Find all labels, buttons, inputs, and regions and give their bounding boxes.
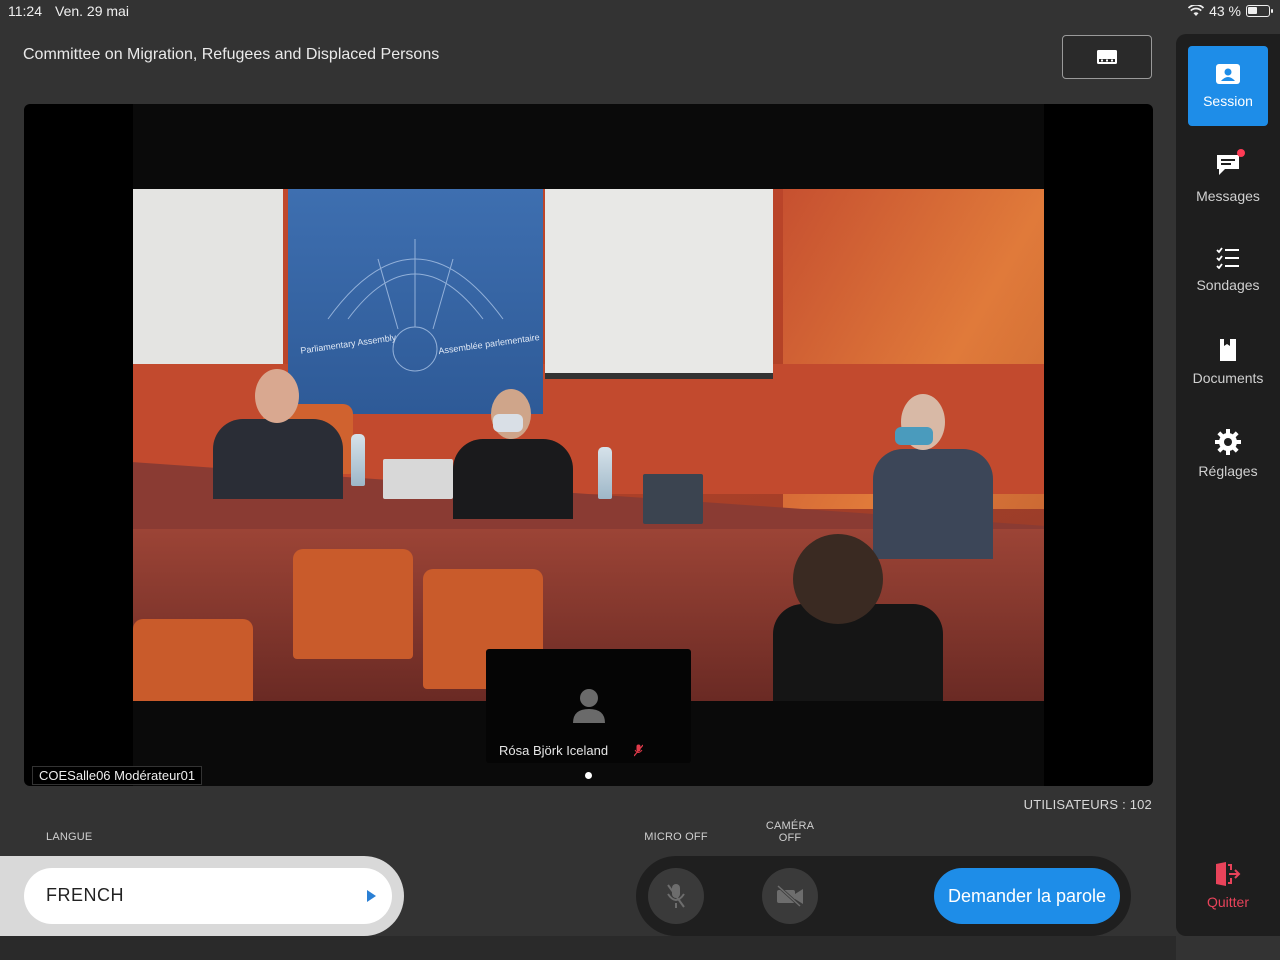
- clock: 11:24: [8, 3, 42, 19]
- video-stage[interactable]: Parliamentary Assembly Assemblée parleme…: [24, 104, 1153, 786]
- settings-icon: [1215, 429, 1241, 455]
- language-value: FRENCH: [46, 885, 124, 905]
- user-avatar-icon: [573, 689, 605, 723]
- battery-percent: 43 %: [1209, 3, 1241, 19]
- exit-icon: [1216, 862, 1241, 886]
- sidebar-item-messages[interactable]: Messages: [1188, 138, 1268, 218]
- sidebar: Session Messages Sondages Documents Régl…: [1176, 34, 1280, 936]
- sidebar-item-session[interactable]: Session: [1188, 46, 1268, 126]
- media-controls: Demander la parole: [636, 856, 1131, 936]
- status-bar: 11:24 Ven. 29 mai 43 %: [0, 0, 1280, 24]
- status-right: 43 %: [1188, 3, 1273, 19]
- camera-off-icon: [776, 885, 803, 907]
- users-count: UTILISATEURS : 102: [1023, 797, 1152, 812]
- mic-off-icon: [667, 884, 685, 908]
- sidebar-item-documents[interactable]: Documents: [1188, 322, 1268, 402]
- page-indicator-dot[interactable]: [585, 772, 592, 779]
- participant-name: Rósa Björk Iceland: [499, 743, 609, 758]
- documents-icon: [1220, 339, 1236, 361]
- language-select[interactable]: FRENCH: [24, 868, 392, 924]
- language-label: LANGUE: [46, 831, 93, 843]
- page-title: Committee on Migration, Refugees and Dis…: [23, 46, 440, 63]
- layout-toggle-button[interactable]: [1062, 35, 1152, 79]
- messages-icon: [1217, 154, 1239, 175]
- micro-label: MICRO OFF: [644, 831, 708, 843]
- assembly-banner: Parliamentary Assembly Assemblée parleme…: [288, 189, 543, 414]
- battery-icon: [1246, 5, 1273, 17]
- quit-button[interactable]: Quitter: [1188, 846, 1268, 926]
- unread-badge: [1237, 148, 1245, 157]
- wifi-icon: [1188, 5, 1205, 16]
- sidebar-item-label: Messages: [1196, 187, 1260, 204]
- sidebar-item-settings[interactable]: Réglages: [1188, 414, 1268, 494]
- camera-label: CAMÉRA OFF: [765, 820, 815, 844]
- play-arrow-icon: [367, 890, 376, 902]
- sidebar-item-label: Réglages: [1198, 463, 1258, 479]
- bottom-strip: [0, 936, 1176, 960]
- host-label: COESalle06 Modérateur01: [32, 766, 203, 785]
- quit-label: Quitter: [1206, 894, 1249, 910]
- request-floor-button[interactable]: Demander la parole: [934, 868, 1120, 924]
- mic-muted-icon: [634, 744, 643, 757]
- sidebar-item-polls[interactable]: Sondages: [1188, 230, 1268, 310]
- sidebar-item-label: Session: [1203, 93, 1253, 109]
- date: Ven. 29 mai: [55, 3, 129, 19]
- sidebar-item-label: Documents: [1192, 370, 1264, 386]
- camera-button[interactable]: [762, 868, 818, 924]
- sidebar-item-label: Sondages: [1196, 277, 1260, 293]
- polls-icon: [1216, 247, 1239, 269]
- microphone-button[interactable]: [648, 868, 704, 924]
- session-icon: [1216, 64, 1240, 84]
- layout-toggle-icon: [1097, 50, 1117, 64]
- participant-thumbnail[interactable]: Rósa Björk Iceland: [486, 649, 691, 763]
- conference-room-image: Parliamentary Assembly Assemblée parleme…: [133, 189, 1044, 701]
